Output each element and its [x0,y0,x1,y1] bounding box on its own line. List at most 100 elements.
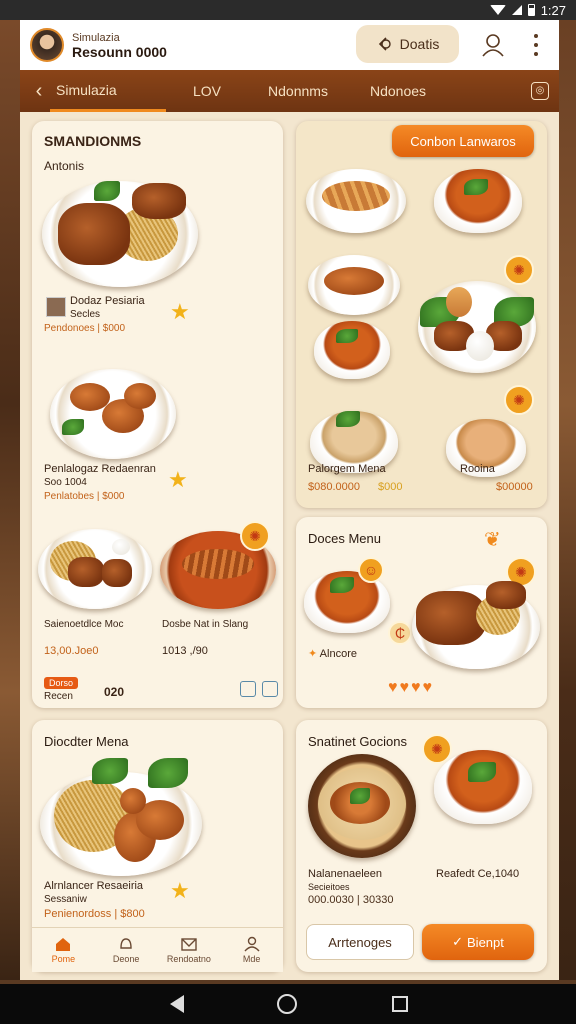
tab-label: Ndonnms [268,83,328,99]
chicken-image [486,581,526,609]
item-price: 000.0030 | 30330 [308,894,394,906]
coin-icon[interactable]: ₵ [388,621,412,645]
item-price: 13,00.Joe0 [44,645,99,657]
snack-menu-card: Snatinet Gocions ✺ Nalanenaeleen Secieit… [296,720,547,972]
item-price: Penienordoss | $800 [44,908,145,920]
tab-lov[interactable]: LOV [166,70,248,112]
recent-apps-icon[interactable] [392,996,409,1012]
star-icon[interactable]: ★ [170,299,190,325]
settings-icon[interactable]: ◎ [531,82,549,100]
status-time: 1:27 [540,2,566,18]
app-window: Simulazia Resounn 0000 Doatis ‹ Simulazi… [20,20,559,980]
user-info: Simulazia Resounn 0000 [72,31,167,59]
card-title: Doces Menu [308,531,381,546]
item-name: Reafedt Ce,1040 [436,868,520,880]
star-icon[interactable]: ★ [168,467,188,493]
herb-image [94,181,120,201]
flame-badge-icon[interactable]: ☺ [358,557,384,583]
tab-ndonnms[interactable]: Ndonnms [248,70,348,112]
herb-image [330,577,354,593]
user-subtitle: Simulazia [72,32,120,44]
user-icon [244,936,260,952]
item-price: Penlatobes | $000 [44,491,125,502]
signal-icon [511,5,522,15]
star-icon[interactable]: ★ [170,878,190,904]
lettuce-image [92,758,128,784]
herb-image [336,411,360,427]
item-name: Dodaz Pesiaria [70,295,145,307]
chicken-image [58,203,130,265]
flame-badge-icon[interactable]: ✺ [504,385,534,415]
rating-hearts[interactable]: ♥♥♥♥ [388,679,434,697]
card-subtitle: Antonis [44,159,85,173]
herb-image [464,179,488,195]
flame-badge-icon[interactable]: ✺ [240,521,270,551]
flame-badge-icon[interactable]: ✺ [504,255,534,285]
battery-icon [527,4,535,16]
item-sub: Secles [70,309,101,320]
nav-label: Mde [242,954,261,964]
item-price: Pendonoes | $000 [44,323,126,334]
nav-label: Rendoatno [166,954,211,964]
restaurant-thumbnail [46,297,66,317]
tab-ndonoes[interactable]: Ndonoes [348,70,448,112]
category-label: ✦ Alncore [308,647,357,660]
footer-label: Recen [44,691,73,702]
tab-bar: ‹ Simulazia LOV Ndonnms Ndonoes ◎ [20,70,559,112]
menu-card-left: SMANDIONMS Antonis Dodaz Pesiaria Secles… [32,121,283,708]
image-icon[interactable] [262,681,278,697]
user-name: Resounn 0000 [72,44,167,60]
sausage-image [120,788,146,814]
tab-simulazia[interactable]: Simulazia [50,70,166,112]
leaf-icon: ✦ [308,648,320,660]
order-button[interactable]: ✓ Bienpt [422,924,534,960]
nav-home[interactable]: Pome [32,928,95,972]
app-header: Simulazia Resounn 0000 Doatis [20,20,559,70]
combo-button[interactable]: Conbon Lanwaros [392,125,534,157]
nav-messages[interactable]: Rendoatno [158,928,221,972]
nav-profile[interactable]: Mde [220,928,283,972]
menu-card-right-top: Conbon Lanwaros ✺ ✺ Palorgem Mena $080.0… [296,121,547,508]
image-icon[interactable] [240,681,256,697]
leaf-icon[interactable]: ❦ [484,527,501,552]
action-icons [240,681,278,697]
lettuce-image [148,758,188,788]
options-button[interactable]: Arrtenoges [306,924,414,960]
category-text: Alncore [319,648,357,660]
item-name: Nalanenaeleen [308,868,383,880]
check-icon: ✓ [452,934,464,949]
chevron-left-icon[interactable]: ‹ [28,70,50,112]
herb-image [468,762,496,782]
herb-image [350,788,370,804]
herb-image [336,329,358,343]
tab-label: LOV [192,83,221,99]
item-price: 1013 ,/90 [162,645,208,657]
card-title: Diocdter Mena [44,734,129,749]
nav-notifications[interactable]: Deone [95,928,158,972]
search-button[interactable]: Doatis [356,25,459,63]
more-vertical-icon[interactable] [530,32,542,58]
item-price: $080.0000 [308,481,360,493]
tag-badge: Dorso [44,677,79,689]
item-sub: Soo 1004 [44,477,87,488]
fries-image [322,181,390,211]
avatar[interactable] [30,28,64,62]
nav-label: Deone [112,954,140,964]
back-icon[interactable] [168,995,184,1013]
egg-image [466,331,494,361]
dessert-menu-card: Doces Menu ❦ ✺ ☺ ₵ ✦ Alncore ♥♥♥♥ [296,517,547,708]
combo-button-label: Conbon Lanwaros [410,133,516,149]
item-sub: Secieitoes [308,882,350,892]
item-name: Rooina [460,463,495,475]
item-price: $000 [378,481,403,493]
nav-label: Pome [51,954,76,964]
home-circle-icon[interactable] [276,994,297,1014]
flame-badge-icon[interactable]: ✺ [422,734,452,764]
user-icon[interactable] [480,32,506,58]
mail-icon [181,938,197,951]
egg-image [112,539,130,555]
item-name: Dosbe Nat in Slang [162,619,249,630]
sausage-image [124,383,156,409]
status-bar: 1:27 [0,0,576,20]
chicken-image [68,557,104,587]
